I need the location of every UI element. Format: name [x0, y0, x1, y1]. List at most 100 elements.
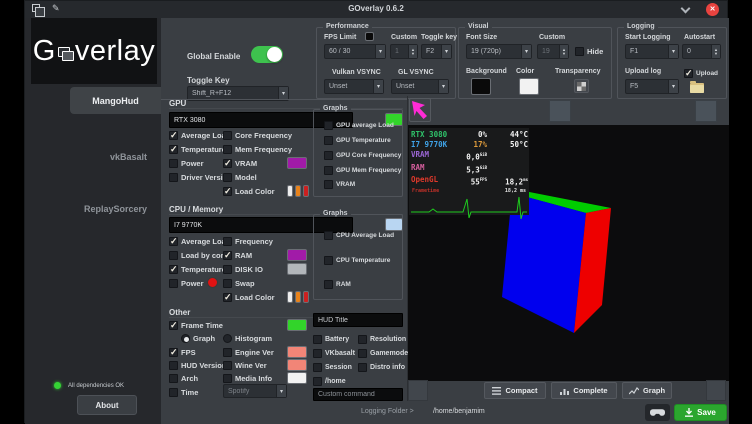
- spinner-arrows-icon[interactable]: ▲▼: [559, 45, 568, 58]
- sidebar-item-vkbasalt[interactable]: vkBasalt: [25, 152, 147, 162]
- autostart-spinner[interactable]: 0▲▼: [682, 44, 721, 59]
- time-checkbox[interactable]: Time: [169, 388, 198, 397]
- perf-toggle-key-dropdown[interactable]: F2▾: [421, 44, 452, 59]
- logging-folder-path[interactable]: /home/benjamim: [433, 408, 485, 415]
- custom-command-input[interactable]: [313, 388, 403, 401]
- preview-edge-button-right[interactable]: [706, 380, 726, 401]
- cpu-load-color-swatch-2[interactable]: [295, 291, 301, 303]
- background-swatch[interactable]: [471, 78, 491, 95]
- gpu-core-frequency-checkbox[interactable]: Core Frequency: [223, 131, 292, 140]
- vkbasalt-checkbox[interactable]: VKbasalt: [313, 349, 355, 358]
- gpu-load-color-swatch-3[interactable]: [303, 185, 309, 197]
- cpu-power-led-swatch[interactable]: [207, 277, 218, 288]
- home-checkbox[interactable]: /home: [313, 377, 346, 386]
- checkbox-box: [169, 361, 178, 370]
- vram-color-swatch[interactable]: [287, 157, 307, 169]
- hud-title-input[interactable]: [313, 313, 403, 327]
- gpu-average-load-checkbox[interactable]: Average Load: [169, 131, 230, 140]
- vulkan-vsync-dropdown[interactable]: Unset▾: [324, 79, 384, 94]
- gamepad-button[interactable]: [645, 404, 670, 421]
- hide-checkbox[interactable]: Hide: [575, 47, 603, 56]
- gpu-load-color-swatch-1[interactable]: [287, 185, 293, 197]
- cpu-load-color-checkbox[interactable]: Load Color: [223, 293, 275, 302]
- gpu-temperature-checkbox[interactable]: Temperature: [169, 145, 226, 154]
- preview-edge-button-left[interactable]: [408, 380, 428, 401]
- sidebar-item-replaysorcery[interactable]: ReplaySorcery: [25, 204, 147, 214]
- cpu-graph-temperature-checkbox[interactable]: CPU Temperature: [324, 256, 390, 265]
- gpu-graph-mem-frequency-checkbox[interactable]: GPU Mem Frequency: [324, 166, 401, 175]
- resolution-checkbox[interactable]: Resolution: [358, 335, 406, 344]
- cpu-load-color-swatch-1[interactable]: [287, 291, 293, 303]
- pointer-tool-button[interactable]: [409, 98, 431, 122]
- session-checkbox[interactable]: Session: [313, 363, 352, 372]
- upload-log-dropdown[interactable]: F5▾: [625, 79, 679, 94]
- graph-button[interactable]: Graph: [622, 382, 672, 399]
- save-button[interactable]: Save: [674, 404, 727, 421]
- hud-version-checkbox[interactable]: HUD Version: [169, 361, 226, 370]
- compact-button[interactable]: Compact: [484, 382, 546, 399]
- distro-info-checkbox[interactable]: Distro info: [358, 363, 405, 372]
- histogram-radio[interactable]: Histogram: [223, 334, 272, 343]
- gpu-power-checkbox[interactable]: Power: [169, 159, 204, 168]
- engine-ver-checkbox[interactable]: Engine Ver: [223, 348, 274, 357]
- fps-limit-swatch[interactable]: [365, 32, 374, 41]
- gpu-load-color-swatch-2[interactable]: [295, 185, 301, 197]
- cpu-temperature-checkbox[interactable]: Temperature: [169, 265, 226, 274]
- cpu-load-color-swatch-3[interactable]: [303, 291, 309, 303]
- media-info-checkbox[interactable]: Media Info: [223, 374, 272, 383]
- sidebar-item-mangohud[interactable]: MangoHud: [70, 87, 161, 114]
- cpu-graph-average-load-checkbox[interactable]: CPU Average Load: [324, 231, 394, 240]
- gl-vsync-dropdown[interactable]: Unset▾: [391, 79, 449, 94]
- checkbox-label: Load Color: [235, 293, 275, 302]
- fps-limit-dropdown[interactable]: 60 / 30▾: [324, 44, 386, 59]
- disk-io-color-swatch[interactable]: [287, 263, 307, 275]
- preview-tool-button[interactable]: [695, 100, 717, 122]
- gpu-graph-average-load-checkbox[interactable]: GPU average Load: [324, 121, 394, 130]
- visual-custom-spinner[interactable]: 19▲▼: [537, 44, 569, 59]
- battery-checkbox[interactable]: Battery: [313, 335, 349, 344]
- gpu-graph-temperature-checkbox[interactable]: GPU Temperature: [324, 136, 391, 145]
- start-logging-dropdown[interactable]: F1▾: [625, 44, 679, 59]
- close-button[interactable]: ✕: [706, 3, 719, 16]
- frame-time-checkbox[interactable]: Frame Time: [169, 321, 223, 330]
- color-swatch[interactable]: [519, 78, 539, 95]
- cpu-swap-checkbox[interactable]: Swap: [223, 279, 255, 288]
- gamemode-checkbox[interactable]: Gamemode: [358, 349, 408, 358]
- spinner-arrows-icon[interactable]: ▲▼: [711, 45, 720, 58]
- cpu-average-load-checkbox[interactable]: Average Load: [169, 237, 230, 246]
- global-enable-toggle[interactable]: [251, 46, 283, 63]
- fps-checkbox[interactable]: FPS: [169, 348, 196, 357]
- upload-folder-button[interactable]: [688, 80, 706, 96]
- ram-color-swatch[interactable]: [287, 249, 307, 261]
- gpu-mem-frequency-checkbox[interactable]: Mem Frequency: [223, 145, 292, 154]
- cpu-ram-checkbox[interactable]: RAM: [223, 251, 252, 260]
- engine-ver-color-swatch[interactable]: [287, 346, 307, 358]
- cpu-disk-io-checkbox[interactable]: DISK IO: [223, 265, 263, 274]
- cpu-load-by-core-checkbox[interactable]: Load by core: [169, 251, 228, 260]
- gpu-graph-core-frequency-checkbox[interactable]: GPU Core Frequency: [324, 151, 401, 160]
- preview-tool-button[interactable]: [549, 100, 571, 122]
- chevron-down-icon[interactable]: [682, 5, 689, 12]
- frame-time-color-swatch[interactable]: [287, 319, 307, 331]
- about-button[interactable]: About: [77, 395, 137, 415]
- wine-ver-checkbox[interactable]: Wine Ver: [223, 361, 267, 370]
- compact-label: Compact: [505, 386, 537, 395]
- transparency-button[interactable]: [574, 79, 589, 93]
- graph-radio[interactable]: Graph: [181, 334, 215, 343]
- upload-checkbox[interactable]: Upload: [684, 69, 718, 78]
- media-info-color-swatch[interactable]: [287, 372, 307, 384]
- cpu-frequency-checkbox[interactable]: Frequency: [223, 237, 273, 246]
- cpu-power-checkbox[interactable]: Power: [169, 279, 204, 288]
- gpu-graph-vram-checkbox[interactable]: VRAM: [324, 180, 355, 189]
- media-player-dropdown[interactable]: Spotify▾: [223, 384, 287, 398]
- wine-ver-color-swatch[interactable]: [287, 359, 307, 371]
- cpu-graph-ram-checkbox[interactable]: RAM: [324, 280, 351, 289]
- fps-custom-spinner[interactable]: 1▲▼: [390, 44, 418, 59]
- arch-checkbox[interactable]: Arch: [169, 374, 198, 383]
- spinner-arrows-icon[interactable]: ▲▼: [408, 45, 417, 58]
- font-size-dropdown[interactable]: 19 (720p)▾: [466, 44, 532, 59]
- gpu-model-checkbox[interactable]: Model: [223, 173, 257, 182]
- complete-button[interactable]: Complete: [551, 382, 617, 399]
- gpu-vram-checkbox[interactable]: VRAM: [223, 159, 257, 168]
- gpu-load-color-checkbox[interactable]: Load Color: [223, 187, 275, 196]
